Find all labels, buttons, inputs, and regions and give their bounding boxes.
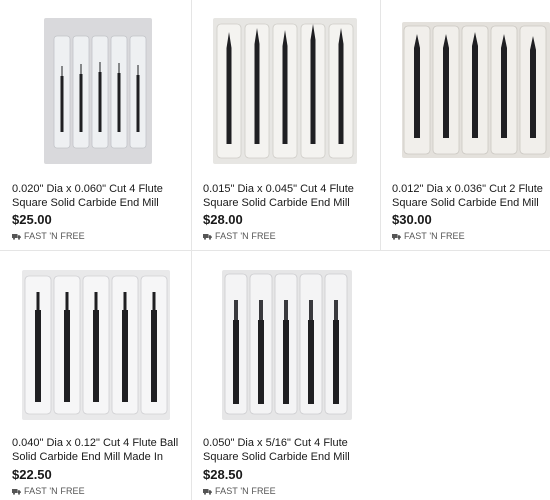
shipping-label: FAST 'N FREE <box>24 486 85 496</box>
listing-grid: 0.020" Dia x 0.060" Cut 4 Flute Square S… <box>0 0 550 500</box>
listing-price: $28.00 <box>203 212 243 227</box>
product-image[interactable] <box>213 18 357 164</box>
listing-card[interactable]: 0.012" Dia x 0.036" Cut 2 Flute Square S… <box>380 0 550 250</box>
shipping-label: FAST 'N FREE <box>404 231 465 241</box>
listing-title[interactable]: 0.012" Dia x 0.036" Cut 2 Flute Square S… <box>392 182 544 210</box>
truck-icon <box>203 488 212 495</box>
listing-card[interactable]: 0.040" Dia x 0.12" Cut 4 Flute Ball Soli… <box>0 250 191 500</box>
listing-title[interactable]: 0.015" Dia x 0.045" Cut 4 Flute Square S… <box>203 182 374 210</box>
listing-title[interactable]: 0.020" Dia x 0.060" Cut 4 Flute Square S… <box>12 182 185 210</box>
listing-title[interactable]: 0.040" Dia x 0.12" Cut 4 Flute Ball Soli… <box>12 436 185 464</box>
listing-card[interactable]: 0.020" Dia x 0.060" Cut 4 Flute Square S… <box>0 0 191 250</box>
product-image-graphic <box>22 270 170 420</box>
product-image-graphic <box>402 22 550 158</box>
shipping-badge: FAST 'N FREE <box>203 486 276 496</box>
shipping-badge: FAST 'N FREE <box>12 231 85 241</box>
shipping-badge: FAST 'N FREE <box>203 231 276 241</box>
product-image-graphic <box>213 18 357 164</box>
truck-icon <box>392 233 401 240</box>
listing-price: $30.00 <box>392 212 432 227</box>
listing-card[interactable]: 0.015" Dia x 0.045" Cut 4 Flute Square S… <box>191 0 380 250</box>
truck-icon <box>203 233 212 240</box>
product-image[interactable] <box>22 270 170 420</box>
shipping-label: FAST 'N FREE <box>215 231 276 241</box>
shipping-label: FAST 'N FREE <box>24 231 85 241</box>
listing-title[interactable]: 0.050" Dia x 5/16" Cut 4 Flute Square So… <box>203 436 374 464</box>
listing-price: $25.00 <box>12 212 52 227</box>
listing-price: $28.50 <box>203 467 243 482</box>
product-image[interactable] <box>222 270 352 420</box>
shipping-label: FAST 'N FREE <box>215 486 276 496</box>
product-image-graphic <box>222 270 352 420</box>
truck-icon <box>12 233 21 240</box>
shipping-badge: FAST 'N FREE <box>12 486 85 496</box>
listing-price: $22.50 <box>12 467 52 482</box>
product-image[interactable] <box>402 22 550 158</box>
shipping-badge: FAST 'N FREE <box>392 231 465 241</box>
truck-icon <box>12 488 21 495</box>
product-image[interactable] <box>44 18 152 164</box>
product-image-graphic <box>44 18 152 164</box>
listing-card[interactable]: 0.050" Dia x 5/16" Cut 4 Flute Square So… <box>191 250 380 500</box>
